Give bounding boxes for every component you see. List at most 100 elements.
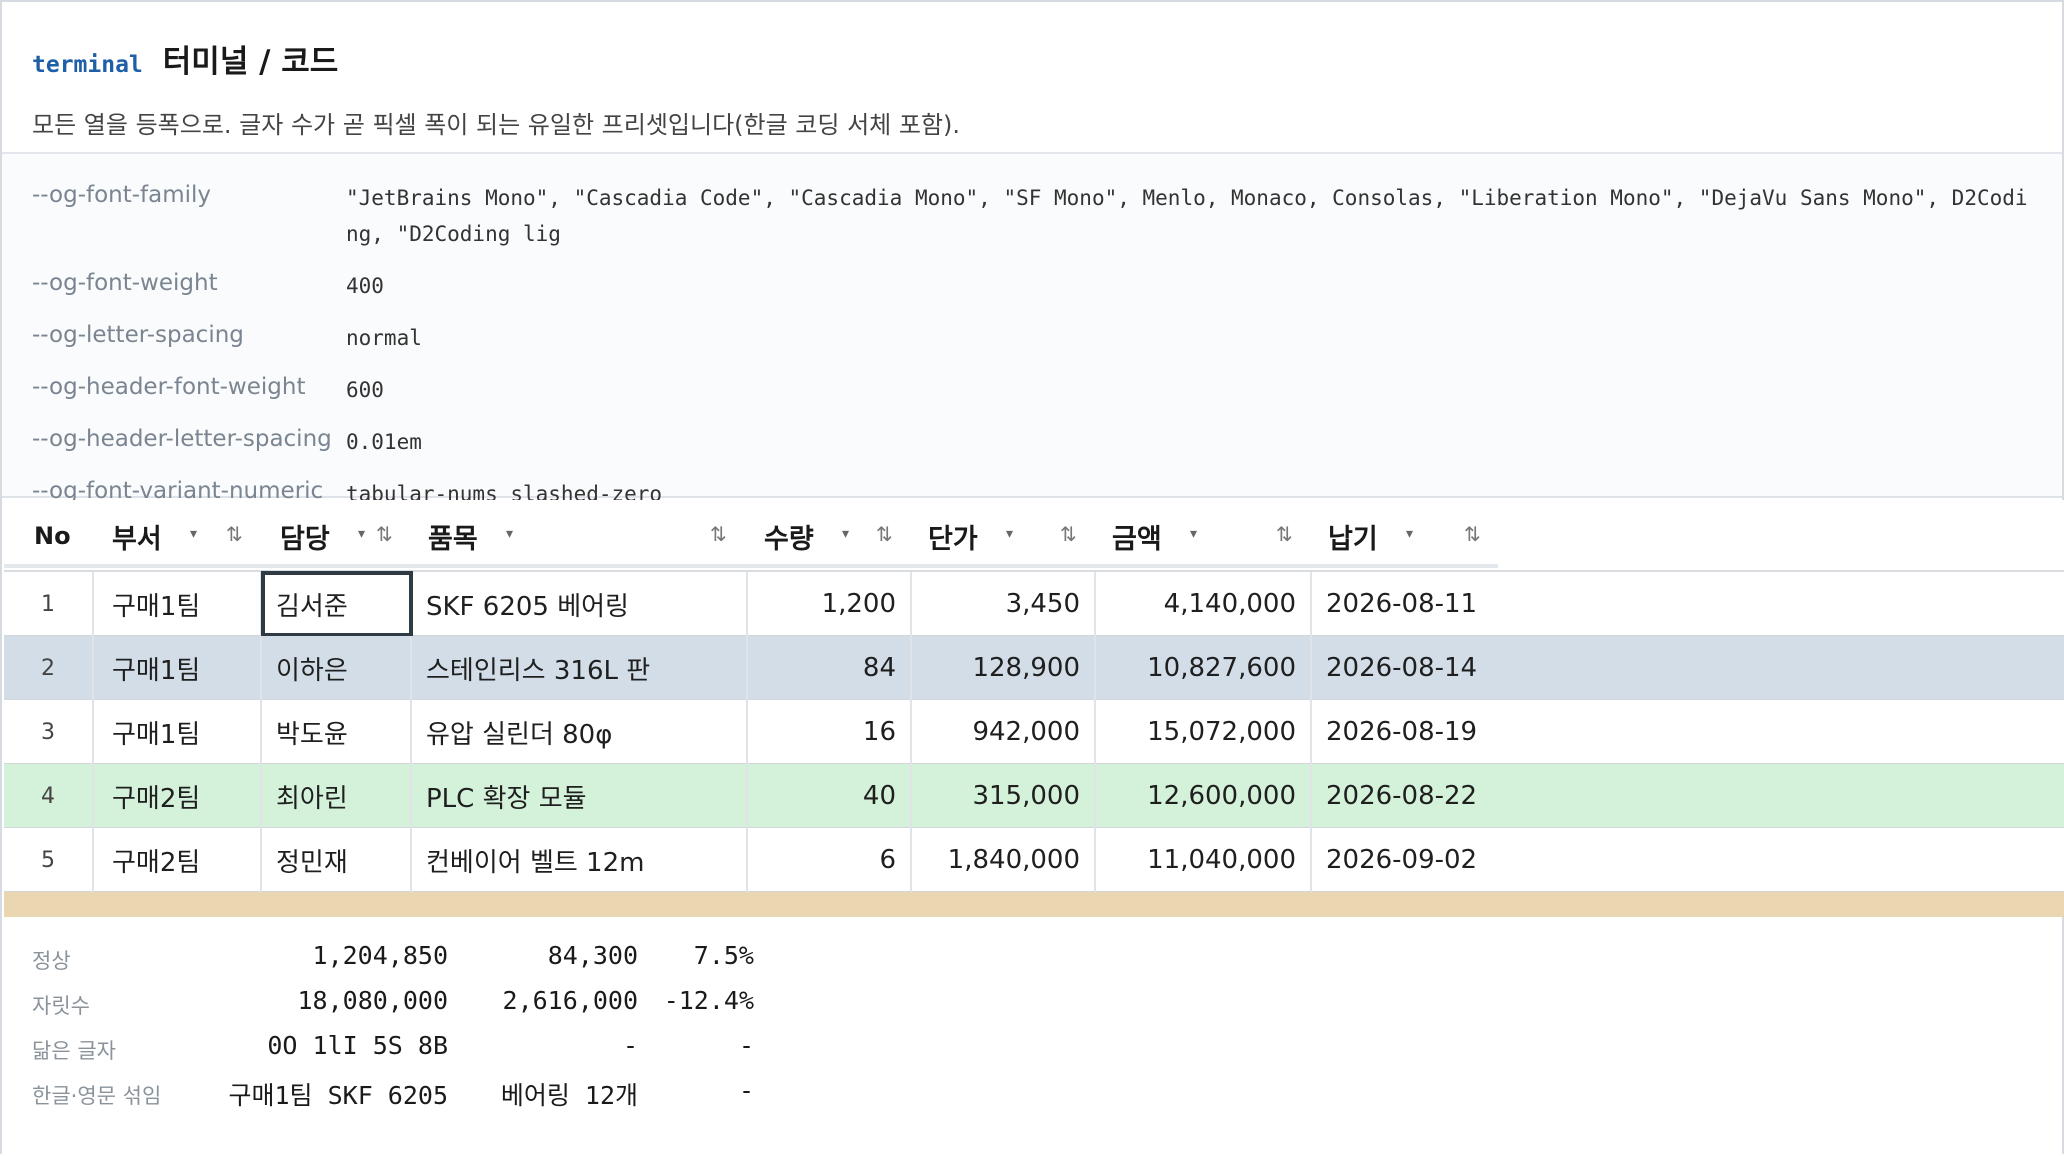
column-header-label: No bbox=[34, 522, 71, 550]
sample-value: - bbox=[622, 1031, 638, 1060]
column-header-amount[interactable]: 금액 bbox=[1112, 500, 1232, 572]
token-key: --og-letter-spacing bbox=[32, 322, 244, 348]
cell-dept[interactable]: 구매1팀 bbox=[94, 636, 262, 700]
filter-icon[interactable]: ▾ bbox=[506, 526, 513, 542]
sort-icon[interactable]: ⇅ bbox=[376, 522, 393, 546]
cell-due[interactable]: 2026-09-02 bbox=[1312, 828, 2064, 892]
sample-value: -12.4% bbox=[663, 986, 754, 1015]
cell-dept[interactable]: 구매1팀 bbox=[94, 700, 262, 764]
cell-owner[interactable]: 박도윤 bbox=[262, 700, 412, 764]
table-row-clipped[interactable] bbox=[4, 892, 2064, 917]
cell-price[interactable]: 315,000 bbox=[912, 764, 1096, 828]
sort-icon[interactable]: ⇅ bbox=[1276, 522, 1293, 546]
sample-value: - bbox=[738, 1076, 754, 1105]
token-row: --og-letter-spacing normal bbox=[32, 320, 2032, 356]
cell-due[interactable]: 2026-08-11 bbox=[1312, 572, 2064, 636]
cell-item[interactable]: SKF 6205 베어링 bbox=[412, 572, 748, 636]
token-key: --og-font-weight bbox=[32, 270, 218, 296]
column-header-label: 수량 bbox=[764, 523, 814, 555]
column-header-label: 납기 bbox=[1328, 523, 1378, 555]
cell-price[interactable]: 3,450 bbox=[912, 572, 1096, 636]
grid-header: No 부서 ▾ ⇅ 담당 ▾ ⇅ 품목 ▾ ⇅ 수량 ▾ ⇅ 단가 ▾ ⇅ 금액… bbox=[4, 500, 2064, 572]
sample-label: 정상 bbox=[32, 949, 71, 973]
token-row: --og-font-weight 400 bbox=[32, 268, 2032, 304]
cell-amount[interactable]: 4,140,000 bbox=[1096, 572, 1312, 636]
column-header-price[interactable]: 단가 bbox=[928, 500, 1048, 572]
token-list: --og-font-family "JetBrains Mono", "Casc… bbox=[2, 154, 2062, 506]
cell-qty[interactable]: 16 bbox=[748, 700, 912, 764]
cell-due[interactable]: 2026-08-22 bbox=[1312, 764, 2064, 828]
filter-icon[interactable]: ▾ bbox=[190, 526, 197, 542]
cell-price[interactable]: 942,000 bbox=[912, 700, 1096, 764]
sample-value: 0O 1lI 5S 8B bbox=[267, 1031, 448, 1060]
cell-amount[interactable]: 12,600,000 bbox=[1096, 764, 1312, 828]
sort-icon[interactable]: ⇅ bbox=[876, 522, 893, 546]
sample-row: 닮은 글자 0O 1lI 5S 8B - - bbox=[2, 1027, 2062, 1072]
cell-qty[interactable]: 84 bbox=[748, 636, 912, 700]
column-header-qty[interactable]: 수량 bbox=[764, 500, 884, 572]
table-row[interactable]: 5 구매2팀 정민재 컨베이어 벨트 12m 6 1,840,000 11,04… bbox=[4, 828, 2064, 892]
cell-owner[interactable]: 정민재 bbox=[262, 828, 412, 892]
cell-amount[interactable]: 11,040,000 bbox=[1096, 828, 1312, 892]
cell-price[interactable]: 128,900 bbox=[912, 636, 1096, 700]
cell-owner-focused[interactable]: 김서준 bbox=[261, 571, 413, 637]
sample-value: - bbox=[738, 1031, 754, 1060]
sample-value: 1,204,850 bbox=[312, 941, 448, 970]
column-header-label: 부서 bbox=[112, 523, 162, 555]
sort-icon[interactable]: ⇅ bbox=[1464, 522, 1481, 546]
column-header-label: 담당 bbox=[280, 523, 330, 555]
token-row: --og-header-letter-spacing 0.01em bbox=[32, 424, 2032, 460]
cell-due[interactable]: 2026-08-14 bbox=[1312, 636, 2064, 700]
table-row[interactable]: 3 구매1팀 박도윤 유압 실린더 80φ 16 942,000 15,072,… bbox=[4, 700, 2064, 764]
cell-owner[interactable]: 최아린 bbox=[262, 764, 412, 828]
filter-icon[interactable]: ▾ bbox=[1190, 526, 1197, 542]
cell-owner[interactable]: 이하은 bbox=[262, 636, 412, 700]
table-row[interactable]: 2 구매1팀 이하은 스테인리스 316L 판 84 128,900 10,82… bbox=[4, 636, 2064, 700]
cell-item[interactable]: PLC 확장 모듈 bbox=[412, 764, 748, 828]
preset-header: terminal 터미널 / 코드 모든 열을 등폭으로. 글자 수가 곧 픽셀… bbox=[2, 2, 2062, 154]
data-grid: No 부서 ▾ ⇅ 담당 ▾ ⇅ 품목 ▾ ⇅ 수량 ▾ ⇅ 단가 ▾ ⇅ 금액… bbox=[4, 500, 2064, 917]
filter-icon[interactable]: ▾ bbox=[358, 526, 365, 542]
sample-row: 한글·영문 섞임 구매1팀 SKF 6205 베어링 12개 - bbox=[2, 1072, 2062, 1117]
cell-dept[interactable]: 구매2팀 bbox=[94, 828, 262, 892]
cell-qty[interactable]: 1,200 bbox=[748, 572, 912, 636]
cell-amount[interactable]: 10,827,600 bbox=[1096, 636, 1312, 700]
token-value: "JetBrains Mono", "Cascadia Code", "Casc… bbox=[346, 186, 2028, 246]
table-row[interactable]: 4 구매2팀 최아린 PLC 확장 모듈 40 315,000 12,600,0… bbox=[4, 764, 2064, 828]
cell-dept[interactable]: 구매2팀 bbox=[94, 764, 262, 828]
cell-dept[interactable]: 구매1팀 bbox=[94, 572, 262, 636]
cell-item[interactable]: 컨베이어 벨트 12m bbox=[412, 828, 748, 892]
sample-label: 한글·영문 섞임 bbox=[32, 1084, 162, 1108]
cell-due[interactable]: 2026-08-19 bbox=[1312, 700, 2064, 764]
filter-icon[interactable]: ▾ bbox=[1006, 526, 1013, 542]
cell-item[interactable]: 유압 실린더 80φ bbox=[412, 700, 748, 764]
cell-qty[interactable]: 40 bbox=[748, 764, 912, 828]
sample-value: 베어링 12개 bbox=[500, 1081, 638, 1110]
table-row[interactable]: 1 구매1팀 김서준 SKF 6205 베어링 1,200 3,450 4,14… bbox=[4, 571, 2064, 637]
column-header-item[interactable]: 품목 bbox=[428, 500, 548, 572]
sample-value: 구매1팀 SKF 6205 bbox=[228, 1081, 448, 1110]
sort-icon[interactable]: ⇅ bbox=[1060, 522, 1077, 546]
sample-value: 18,080,000 bbox=[297, 986, 448, 1015]
cell-price[interactable]: 1,840,000 bbox=[912, 828, 1096, 892]
token-row: --og-header-font-weight 600 bbox=[32, 372, 2032, 408]
cell-no: 2 bbox=[4, 636, 94, 700]
cell-amount[interactable]: 15,072,000 bbox=[1096, 700, 1312, 764]
token-value: 400 bbox=[346, 274, 384, 298]
filter-icon[interactable]: ▾ bbox=[1406, 526, 1413, 542]
filter-icon[interactable]: ▾ bbox=[842, 526, 849, 542]
sort-icon[interactable]: ⇅ bbox=[226, 522, 243, 546]
sample-label: 닮은 글자 bbox=[32, 1039, 116, 1063]
preset-title: 터미널 / 코드 bbox=[162, 44, 339, 80]
token-value: normal bbox=[346, 326, 422, 350]
cell-no: 4 bbox=[4, 764, 94, 828]
cell-no: 5 bbox=[4, 828, 94, 892]
sample-row: 자릿수 18,080,000 2,616,000 -12.4% bbox=[2, 982, 2062, 1027]
sort-icon[interactable]: ⇅ bbox=[710, 522, 727, 546]
cell-item[interactable]: 스테인리스 316L 판 bbox=[412, 636, 748, 700]
column-header-no[interactable]: No bbox=[34, 500, 94, 572]
font-sample-block: 정상 1,204,850 84,300 7.5% 자릿수 18,080,000 … bbox=[2, 917, 2062, 1156]
token-key: --og-header-font-weight bbox=[32, 374, 306, 400]
column-header-due[interactable]: 납기 bbox=[1328, 500, 1448, 572]
cell-qty[interactable]: 6 bbox=[748, 828, 912, 892]
